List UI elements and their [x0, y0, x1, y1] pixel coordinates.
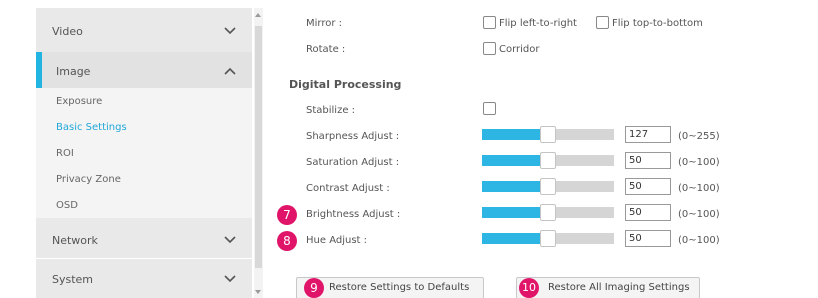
- callout-badge-7: 7: [277, 205, 297, 225]
- sidebar-item-privacy-zone[interactable]: Privacy Zone: [56, 174, 121, 185]
- hue-slider[interactable]: [482, 230, 614, 247]
- callout-badge-9: 9: [304, 278, 324, 298]
- stabilize-label: Stabilize :: [306, 105, 356, 116]
- brightness-value-input[interactable]: 50: [625, 204, 671, 221]
- sidebar: Video Image Exposure Basic Settings ROI …: [36, 8, 263, 298]
- sidebar-item-basic-settings[interactable]: Basic Settings: [56, 122, 127, 133]
- sharpness-range: (0~255): [678, 131, 720, 142]
- chevron-down-icon: [224, 275, 236, 283]
- saturation-label: Saturation Adjust :: [306, 157, 400, 168]
- scrollbar-thumb[interactable]: [255, 26, 262, 268]
- sharpness-slider[interactable]: [482, 126, 614, 143]
- saturation-value-input[interactable]: 50: [625, 152, 671, 169]
- chevron-down-icon: [224, 27, 236, 35]
- slider-fill: [482, 129, 548, 140]
- slider-handle[interactable]: [540, 178, 556, 195]
- restore-defaults-button[interactable]: Restore Settings to Defaults: [296, 277, 484, 298]
- rotate-label: Rotate :: [306, 44, 346, 55]
- chevron-down-icon: [224, 236, 236, 244]
- digital-processing-title: Digital Processing: [289, 78, 402, 91]
- contrast-slider[interactable]: [482, 178, 614, 195]
- slider-fill: [482, 207, 548, 218]
- flip-left-right-checkbox[interactable]: [483, 16, 496, 29]
- slider-handle[interactable]: [540, 230, 556, 247]
- hue-label: Hue Adjust :: [306, 235, 367, 246]
- slider-handle[interactable]: [540, 152, 556, 169]
- callout-badge-10: 10: [519, 278, 539, 298]
- scroll-down-arrow-icon[interactable]: [255, 290, 261, 294]
- stabilize-checkbox[interactable]: [483, 102, 496, 115]
- brightness-range: (0~100): [678, 209, 720, 220]
- flip-top-bottom-label: Flip top-to-bottom: [612, 18, 703, 29]
- sidebar-menu: Video Image Exposure Basic Settings ROI …: [36, 8, 252, 298]
- flip-left-right-label: Flip left-to-right: [499, 18, 577, 29]
- corridor-label: Corridor: [499, 44, 540, 55]
- sidebar-section-label: Video: [52, 25, 83, 38]
- sharpness-value-input[interactable]: 127: [625, 126, 671, 143]
- sidebar-item-osd[interactable]: OSD: [56, 200, 78, 211]
- mirror-label: Mirror :: [306, 18, 343, 29]
- saturation-slider[interactable]: [482, 152, 614, 169]
- slider-handle[interactable]: [540, 126, 556, 143]
- slider-fill: [482, 155, 548, 166]
- sidebar-section-label: System: [52, 273, 94, 286]
- slider-fill: [482, 181, 548, 192]
- sharpness-label: Sharpness Adjust :: [306, 131, 400, 142]
- sidebar-scrollbar[interactable]: [254, 8, 263, 298]
- flip-top-bottom-checkbox[interactable]: [596, 16, 609, 29]
- sidebar-section-system[interactable]: System: [36, 260, 252, 298]
- contrast-label: Contrast Adjust :: [306, 183, 390, 194]
- sidebar-section-label: Network: [52, 234, 98, 247]
- chevron-up-icon: [224, 67, 236, 75]
- sidebar-item-exposure[interactable]: Exposure: [56, 96, 102, 107]
- contrast-range: (0~100): [678, 183, 720, 194]
- image-submenu: Exposure Basic Settings ROI Privacy Zone…: [36, 88, 252, 218]
- hue-range: (0~100): [678, 235, 720, 246]
- sidebar-section-image[interactable]: Image: [36, 52, 252, 92]
- brightness-slider[interactable]: [482, 204, 614, 221]
- restore-defaults-label: Restore Settings to Defaults: [329, 282, 470, 293]
- restore-all-imaging-button[interactable]: Restore All Imaging Settings: [516, 277, 700, 298]
- saturation-range: (0~100): [678, 157, 720, 168]
- restore-all-imaging-label: Restore All Imaging Settings: [548, 282, 690, 293]
- contrast-value-input[interactable]: 50: [625, 178, 671, 195]
- hue-value-input[interactable]: 50: [625, 230, 671, 247]
- sidebar-section-label: Image: [56, 65, 91, 78]
- scroll-up-arrow-icon[interactable]: [255, 13, 261, 17]
- callout-badge-8: 8: [277, 231, 297, 251]
- sidebar-section-network[interactable]: Network: [36, 221, 252, 261]
- corridor-checkbox[interactable]: [483, 42, 496, 55]
- brightness-label: Brightness Adjust :: [306, 209, 401, 220]
- sidebar-section-video[interactable]: Video: [36, 12, 252, 52]
- active-indicator: [36, 52, 42, 92]
- slider-handle[interactable]: [540, 204, 556, 221]
- slider-fill: [482, 233, 548, 244]
- sidebar-divider: [36, 258, 252, 259]
- sidebar-item-roi[interactable]: ROI: [56, 148, 74, 159]
